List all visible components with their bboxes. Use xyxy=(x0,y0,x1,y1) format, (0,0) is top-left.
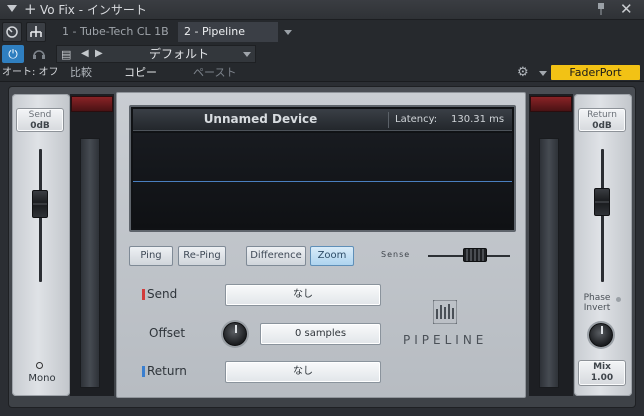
next-preset-icon[interactable]: ▶ xyxy=(95,47,103,61)
command-row: オート: オフ 比較 コピー ペースト ⚙ FaderPort xyxy=(0,64,644,82)
preset-row: ⏻ ▤ ◀ ▶ デフォルト xyxy=(0,44,644,64)
paste-button[interactable]: ペースト xyxy=(193,66,236,79)
mix-button[interactable]: Mix 1.00 xyxy=(578,360,626,386)
faderport-button[interactable]: FaderPort xyxy=(551,65,640,80)
bypass-button[interactable] xyxy=(2,22,22,42)
mono-label: Mono xyxy=(28,373,56,384)
latency-value: 130.31 ms xyxy=(451,114,505,125)
headphone-icon xyxy=(33,50,45,59)
power-icon: ⏻ xyxy=(8,47,18,61)
return-fader-handle[interactable] xyxy=(594,188,610,216)
power-button[interactable]: ⏻ xyxy=(2,45,24,63)
pipeline-logo-text: PIPELINE xyxy=(403,333,488,347)
add-insert-icon[interactable]: + xyxy=(24,1,37,18)
sense-label: Sense xyxy=(381,250,411,259)
return-gain-button[interactable]: Return 0dB xyxy=(578,108,626,132)
return-meter xyxy=(529,94,573,396)
difference-button[interactable]: Difference xyxy=(246,246,306,266)
re-ping-button[interactable]: Re-Ping xyxy=(178,246,226,266)
preset-doc-icon[interactable]: ▤ xyxy=(61,48,71,61)
return-gain-value: 0dB xyxy=(592,121,612,131)
automation-mode[interactable]: オート: オフ xyxy=(2,66,59,79)
title-bar: + Vo Fix - インサート ✕ xyxy=(0,0,644,20)
pipeline-main-panel: Unnamed Device Latency: 130.31 ms Ping R… xyxy=(116,92,526,398)
offset-knob-indicator xyxy=(235,325,237,333)
window-title: Vo Fix - インサート xyxy=(40,3,147,17)
send-fader-handle[interactable] xyxy=(32,190,48,218)
gear-icon[interactable]: ⚙ xyxy=(517,65,529,80)
ping-button[interactable]: Ping xyxy=(129,246,173,266)
display-header: Unnamed Device Latency: 130.31 ms xyxy=(133,109,512,131)
close-icon[interactable]: ✕ xyxy=(620,1,633,18)
pipeline-logo-icon xyxy=(433,300,457,324)
collapse-triangle-icon[interactable] xyxy=(7,5,17,12)
return-clip-indicator[interactable] xyxy=(530,96,572,112)
send-meter xyxy=(70,94,114,396)
mix-knob-indicator xyxy=(601,326,603,334)
mono-radio[interactable] xyxy=(36,362,43,369)
return-input-select[interactable]: なし xyxy=(225,361,381,383)
offset-label: Offset xyxy=(149,326,186,340)
copy-button[interactable]: コピー xyxy=(124,66,157,79)
send-gain-label: Send xyxy=(28,110,52,120)
return-meter-well xyxy=(539,138,559,388)
return-gain-label: Return xyxy=(587,110,617,120)
send-output-select[interactable]: なし xyxy=(225,284,381,306)
phase-invert-led[interactable] xyxy=(616,297,621,302)
mix-knob[interactable] xyxy=(589,323,613,347)
pin-icon[interactable] xyxy=(597,3,605,15)
return-marker xyxy=(142,366,145,377)
send-panel: Send 0dB xyxy=(12,94,70,396)
send-clip-indicator[interactable] xyxy=(71,96,113,112)
waveform-line xyxy=(133,181,512,182)
header-divider xyxy=(388,112,389,128)
tab-tube-tech[interactable]: 1 - Tube-Tech CL 1B xyxy=(56,22,176,42)
preset-selector[interactable]: ▤ ◀ ▶ デフォルト xyxy=(56,45,256,63)
send-meter-well xyxy=(80,138,100,388)
device-tabs-row: 1 - Tube-Tech CL 1B 2 - Pipeline Mono xyxy=(0,20,644,58)
routing-icon xyxy=(30,26,42,37)
compare-button[interactable]: 比較 xyxy=(70,66,92,79)
offset-knob[interactable] xyxy=(223,322,247,346)
chevron-down-icon[interactable] xyxy=(284,30,292,35)
latency-label: Latency: xyxy=(395,114,438,125)
send-gain-value: 0dB xyxy=(30,121,50,131)
return-panel: Return 0dB Mix 1.00 xyxy=(574,94,632,396)
phase-invert-label: Phase Invert xyxy=(583,293,611,313)
mix-value: 1.00 xyxy=(590,373,614,383)
chevron-down-icon[interactable] xyxy=(539,71,547,76)
pipeline-insert-window: + Vo Fix - インサート ✕ 1 - Tube-Tech CL 1B 2… xyxy=(0,0,644,416)
sense-slider-handle[interactable] xyxy=(463,248,487,262)
send-marker xyxy=(142,289,145,300)
pipeline-logo: PIPELINE xyxy=(403,300,493,356)
zoom-button[interactable]: Zoom xyxy=(310,246,354,266)
preset-name: デフォルト xyxy=(149,47,210,61)
return-label: Return xyxy=(147,364,187,378)
routing-button[interactable] xyxy=(26,22,46,42)
send-label: Send xyxy=(147,287,178,301)
device-name[interactable]: Unnamed Device xyxy=(133,112,388,127)
mix-label: Mix xyxy=(593,362,611,372)
offset-value-field[interactable]: 0 samples xyxy=(260,323,381,345)
previous-preset-icon[interactable]: ◀ xyxy=(81,47,89,61)
sidechain-button[interactable] xyxy=(28,45,50,63)
chevron-down-icon[interactable] xyxy=(243,52,251,57)
latency-display: Unnamed Device Latency: 130.31 ms xyxy=(129,105,516,232)
tab-pipeline-mono[interactable]: 2 - Pipeline Mono xyxy=(178,22,292,58)
send-gain-button[interactable]: Send 0dB xyxy=(16,108,64,132)
bypass-icon xyxy=(6,26,18,38)
